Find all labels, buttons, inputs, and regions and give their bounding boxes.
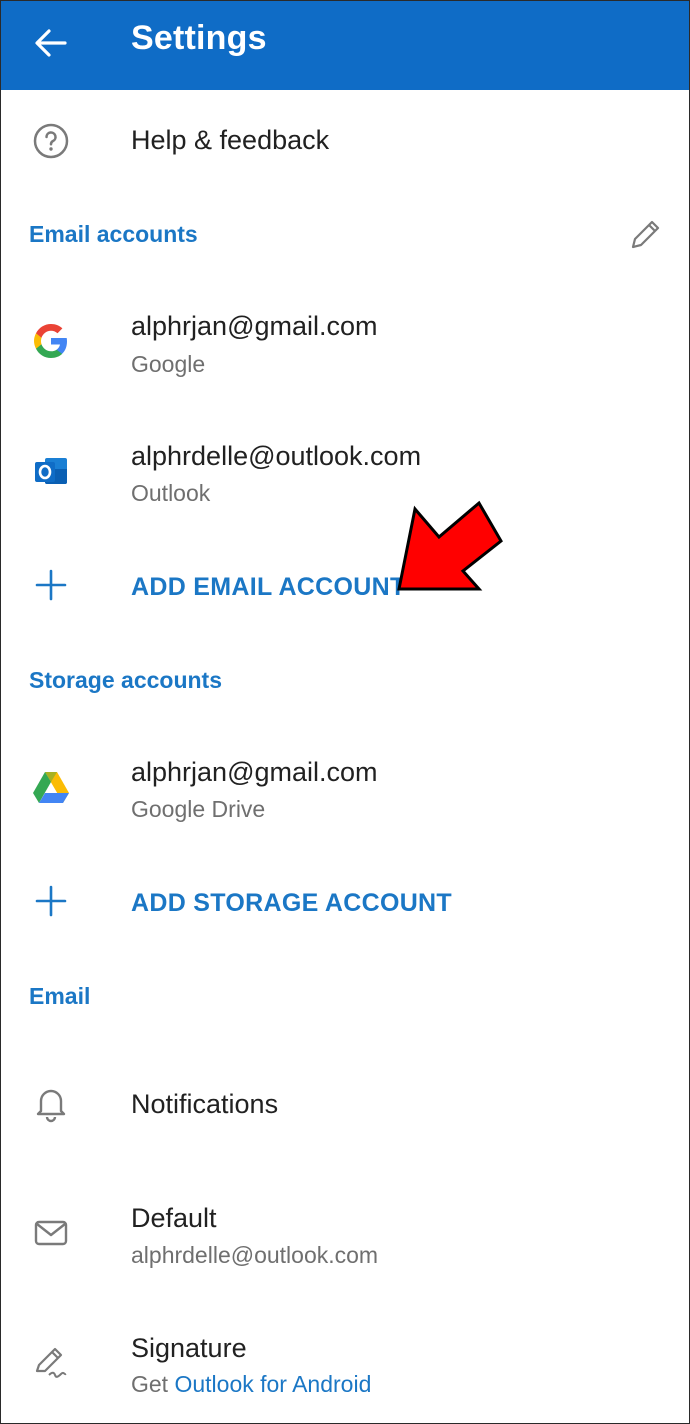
plus-icon (29, 563, 73, 607)
email-account-row-outlook[interactable]: alphrdelle@outlook.com Outlook (1, 431, 689, 521)
app-bar: Settings (1, 1, 689, 90)
bell-icon (29, 1081, 73, 1125)
add-email-account-button[interactable]: ADD EMAIL ACCOUNT (1, 561, 689, 611)
pencil-icon[interactable] (625, 215, 665, 255)
section-email: Email (29, 983, 91, 1009)
default-value: alphrdelle@outlook.com (131, 1242, 379, 1268)
signature-value: Get Outlook for Android (131, 1371, 371, 1398)
account-provider: Google (131, 351, 206, 377)
google-drive-icon (29, 765, 73, 809)
notifications-label: Notifications (131, 1089, 279, 1119)
account-provider: Google Drive (131, 796, 266, 822)
outlook-icon (29, 449, 73, 493)
help-feedback-row[interactable]: Help & feedback (1, 101, 689, 181)
default-account-row[interactable]: Default alphrdelle@outlook.com (1, 1193, 689, 1283)
account-email: alphrjan@gmail.com (131, 311, 378, 341)
google-icon (29, 319, 73, 363)
page-title: Settings (131, 19, 267, 57)
add-storage-account-label: ADD STORAGE ACCOUNT (131, 889, 452, 917)
email-account-row-google[interactable]: alphrjan@gmail.com Google (1, 301, 689, 391)
account-email: alphrdelle@outlook.com (131, 441, 422, 471)
signature-icon (29, 1339, 73, 1383)
signature-label: Signature (131, 1333, 247, 1363)
scroll-edge (1, 1413, 689, 1423)
section-storage-accounts: Storage accounts (29, 667, 222, 693)
signature-prefix: Get (131, 1371, 169, 1397)
envelope-icon (29, 1211, 73, 1255)
annotation-arrow-icon (393, 497, 505, 597)
outlook-for-android-link[interactable]: Outlook for Android (174, 1371, 371, 1397)
account-provider: Outlook (131, 480, 211, 506)
help-icon (29, 119, 73, 163)
signature-row[interactable]: Signature Get Outlook for Android (1, 1323, 689, 1413)
account-email: alphrjan@gmail.com (131, 757, 378, 787)
plus-icon (29, 879, 73, 923)
back-arrow-icon[interactable] (29, 21, 73, 65)
default-label: Default (131, 1203, 217, 1233)
settings-screen: Settings Help & feedback Email accounts … (0, 0, 690, 1424)
storage-account-row-google-drive[interactable]: alphrjan@gmail.com Google Drive (1, 747, 689, 837)
add-email-account-label: ADD EMAIL ACCOUNT (131, 573, 406, 601)
notifications-row[interactable]: Notifications (1, 1063, 689, 1143)
help-feedback-label: Help & feedback (131, 125, 330, 155)
add-storage-account-button[interactable]: ADD STORAGE ACCOUNT (1, 877, 689, 927)
section-email-accounts: Email accounts (29, 221, 198, 247)
